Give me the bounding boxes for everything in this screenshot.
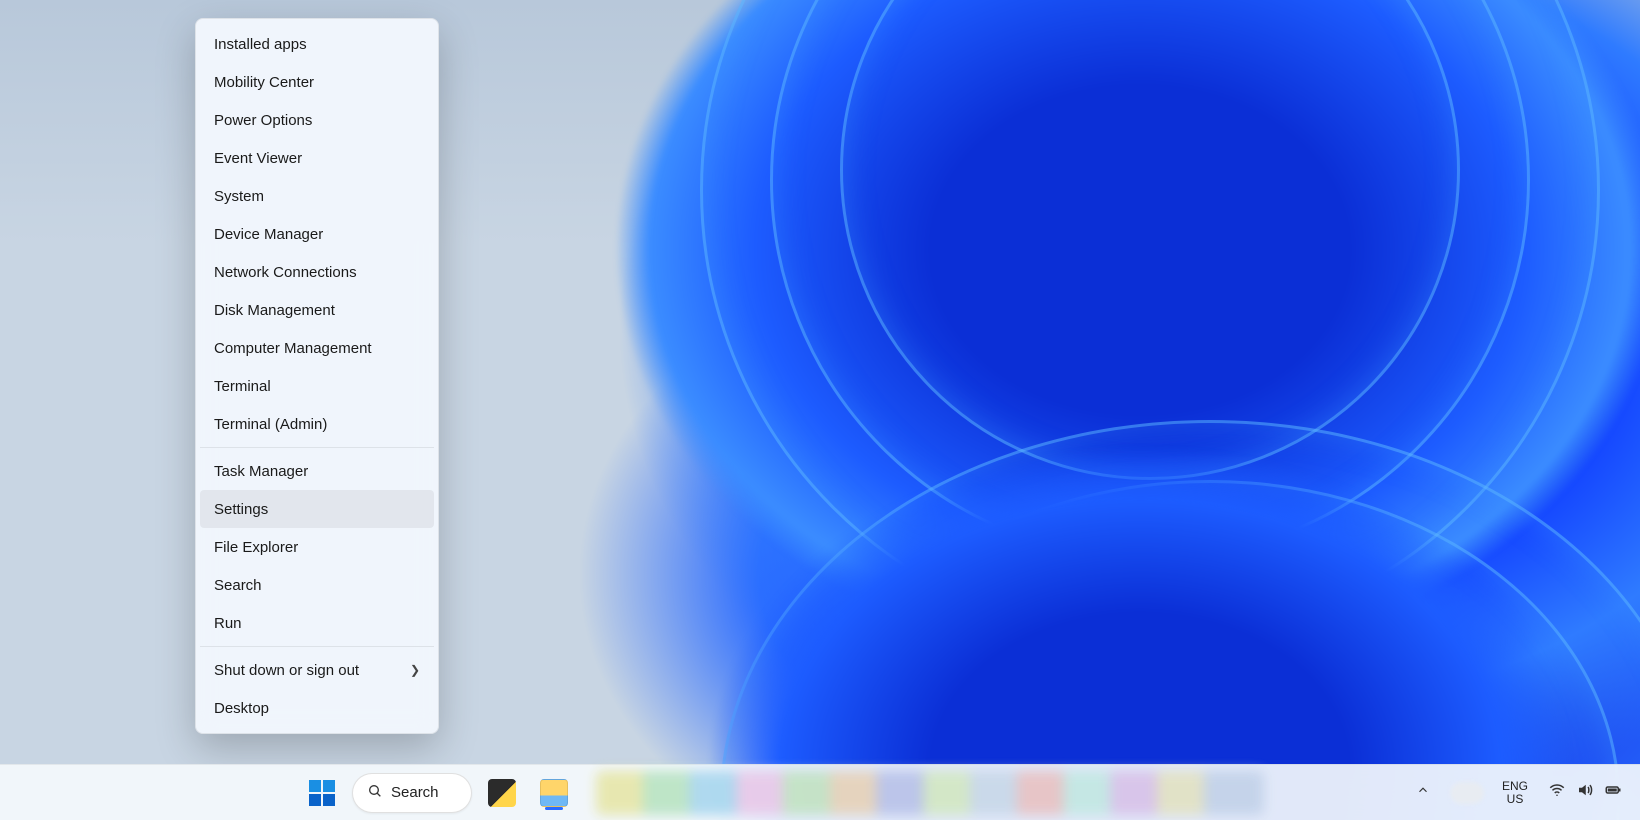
menu-installed-apps[interactable]: Installed apps — [200, 25, 434, 63]
chevron-right-icon: ❯ — [410, 663, 420, 677]
menu-separator — [200, 447, 434, 448]
menu-item-label: Terminal — [214, 378, 271, 395]
menu-item-label: Power Options — [214, 112, 312, 129]
menu-item-label: Shut down or sign out — [214, 662, 359, 679]
menu-item-label: Device Manager — [214, 226, 323, 243]
menu-settings[interactable]: Settings — [200, 490, 434, 528]
menu-item-label: Search — [214, 577, 262, 594]
menu-power-options[interactable]: Power Options — [200, 101, 434, 139]
menu-terminal-admin[interactable]: Terminal (Admin) — [200, 405, 434, 443]
menu-item-label: System — [214, 188, 264, 205]
menu-task-manager[interactable]: Task Manager — [200, 452, 434, 490]
menu-disk-management[interactable]: Disk Management — [200, 291, 434, 329]
start-button[interactable] — [300, 771, 344, 815]
sticky-notes-icon — [488, 779, 516, 807]
taskbar-app-sticky-notes[interactable] — [480, 771, 524, 815]
menu-item-label: Settings — [214, 501, 268, 518]
menu-item-label: Run — [214, 615, 242, 632]
tray-status-icon-obscured[interactable] — [1442, 773, 1492, 813]
tray-quick-settings[interactable] — [1538, 773, 1632, 813]
menu-search[interactable]: Search — [200, 566, 434, 604]
menu-desktop[interactable]: Desktop — [200, 689, 434, 727]
menu-item-label: Mobility Center — [214, 74, 314, 91]
taskbar: Search ENG US — [0, 764, 1640, 820]
menu-item-label: Desktop — [214, 700, 269, 717]
menu-item-label: Task Manager — [214, 463, 308, 480]
file-explorer-icon — [540, 779, 568, 807]
taskbar-search-label: Search — [391, 784, 439, 801]
menu-item-label: Network Connections — [214, 264, 357, 281]
menu-item-label: Disk Management — [214, 302, 335, 319]
tray-overflow-button[interactable] — [1408, 773, 1438, 813]
taskbar-search[interactable]: Search — [352, 773, 472, 813]
menu-terminal[interactable]: Terminal — [200, 367, 434, 405]
menu-computer-management[interactable]: Computer Management — [200, 329, 434, 367]
tray-language-button[interactable]: ENG US — [1496, 773, 1534, 813]
wifi-icon — [1548, 781, 1566, 804]
menu-network-connections[interactable]: Network Connections — [200, 253, 434, 291]
battery-icon — [1604, 781, 1622, 804]
windows-logo-icon — [309, 780, 335, 806]
menu-run[interactable]: Run — [200, 604, 434, 642]
speaker-icon — [1576, 781, 1594, 804]
search-icon — [367, 783, 383, 803]
language-region: US — [1502, 793, 1528, 806]
menu-file-explorer[interactable]: File Explorer — [200, 528, 434, 566]
taskbar-app-file-explorer[interactable] — [532, 771, 576, 815]
menu-system[interactable]: System — [200, 177, 434, 215]
menu-item-label: File Explorer — [214, 539, 298, 556]
menu-item-label: Installed apps — [214, 36, 307, 53]
chevron-up-icon — [1416, 783, 1430, 802]
onedrive-icon — [1450, 782, 1484, 804]
menu-item-label: Computer Management — [214, 340, 372, 357]
language-code: ENG — [1502, 780, 1528, 793]
menu-separator — [200, 646, 434, 647]
menu-item-label: Event Viewer — [214, 150, 302, 167]
menu-shutdown-signout[interactable]: Shut down or sign out ❯ — [200, 651, 434, 689]
menu-mobility-center[interactable]: Mobility Center — [200, 63, 434, 101]
winx-menu[interactable]: Installed apps Mobility Center Power Opt… — [195, 18, 439, 734]
menu-item-label: Terminal (Admin) — [214, 416, 327, 433]
taskbar-pinned-apps-obscured[interactable] — [596, 771, 1264, 815]
menu-device-manager[interactable]: Device Manager — [200, 215, 434, 253]
menu-event-viewer[interactable]: Event Viewer — [200, 139, 434, 177]
